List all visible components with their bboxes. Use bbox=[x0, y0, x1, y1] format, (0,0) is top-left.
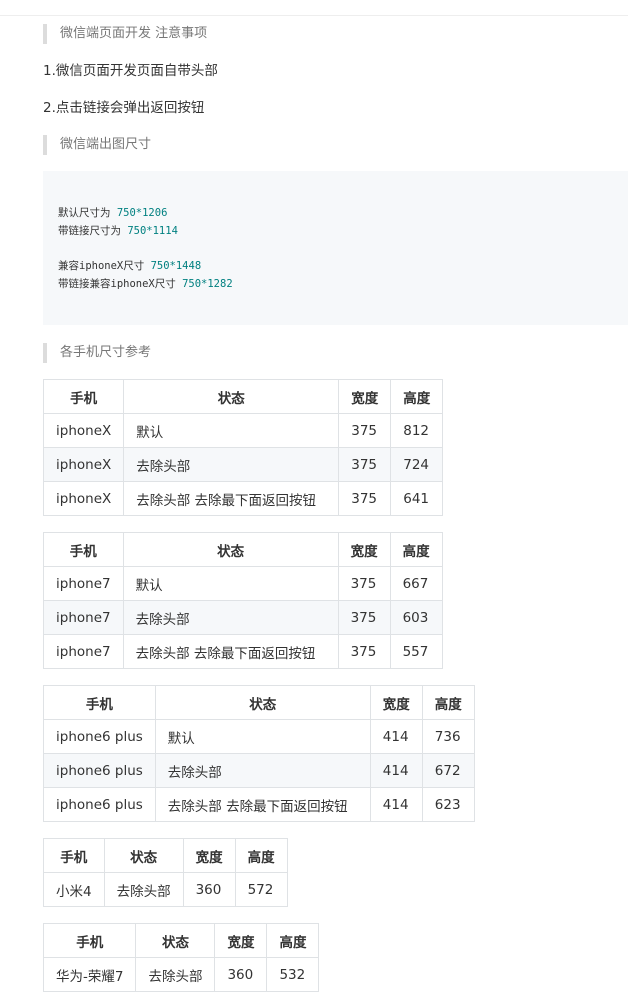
note-2: 2.点击链接会弹出返回按钮 bbox=[43, 100, 205, 116]
cell-height: 623 bbox=[421, 787, 475, 822]
table-row: iphone7 默认 375 667 bbox=[43, 566, 443, 601]
cell-width: 375 bbox=[338, 413, 392, 448]
cell-phone: iphone7 bbox=[43, 634, 124, 669]
blockquote-phones-title: 各手机尺寸参考 bbox=[43, 343, 151, 363]
cell-phone: iphoneX bbox=[42, 481, 125, 516]
cell-phone: iphone7 bbox=[43, 600, 124, 635]
cell-status: 默认 bbox=[122, 566, 339, 601]
table-row: iphoneX 去除头部 去除最下面返回按钮 375 641 bbox=[42, 481, 444, 516]
cell-status: 去除头部 bbox=[122, 600, 339, 635]
table-xiaomi4: 手机 状态 宽度 高度 小米4 去除头部 360 572 bbox=[43, 838, 288, 907]
header-width: 宽度 bbox=[214, 923, 268, 958]
table-row: iphone7 去除头部 375 603 bbox=[43, 600, 443, 635]
cell-status: 去除头部 bbox=[154, 753, 371, 788]
header-height: 高度 bbox=[390, 379, 444, 414]
header-phone: 手机 bbox=[42, 379, 125, 414]
cell-height: 557 bbox=[389, 634, 443, 669]
header-width: 宽度 bbox=[338, 379, 392, 414]
code-line: 带链接尺寸为 750*1114 bbox=[58, 224, 178, 238]
cell-height: 572 bbox=[234, 872, 288, 907]
table-row: 华为-荣耀7 去除头部 360 532 bbox=[42, 957, 320, 992]
cell-status: 默认 bbox=[154, 719, 371, 754]
cell-height: 812 bbox=[390, 413, 444, 448]
table-iphone7: 手机 状态 宽度 高度 iphone7 默认 375 667 iphone7 去除头部 3… bbox=[43, 532, 443, 669]
table-row: iphone7 去除头部 去除最下面返回按钮 375 557 bbox=[43, 634, 443, 669]
header-phone: 手机 bbox=[43, 838, 105, 873]
cell-width: 414 bbox=[369, 787, 423, 822]
code-label: 带链接兼容iphoneX尺寸 bbox=[58, 278, 183, 290]
cell-phone: 华为-荣耀7 bbox=[42, 957, 137, 992]
header-width: 宽度 bbox=[337, 532, 391, 567]
cell-phone: iphone6 plus bbox=[43, 719, 156, 754]
code-value: 750*1206 bbox=[116, 207, 168, 219]
code-label: 兼容iphoneX尺寸 bbox=[58, 260, 151, 272]
cell-status: 去除头部 bbox=[103, 872, 184, 907]
header-status: 状态 bbox=[122, 532, 339, 567]
cell-width: 375 bbox=[338, 481, 392, 516]
code-line: 带链接兼容iphoneX尺寸 750*1282 bbox=[58, 277, 233, 291]
header-phone: 手机 bbox=[43, 685, 156, 720]
cell-height: 724 bbox=[390, 447, 444, 482]
top-divider bbox=[0, 15, 628, 16]
cell-status: 去除头部 去除最下面返回按钮 bbox=[123, 481, 340, 516]
cell-status: 去除头部 去除最下面返回按钮 bbox=[154, 787, 371, 822]
cell-status: 去除头部 去除最下面返回按钮 bbox=[122, 634, 339, 669]
header-height: 高度 bbox=[421, 685, 475, 720]
cell-height: 667 bbox=[389, 566, 443, 601]
header-status: 状态 bbox=[135, 923, 216, 958]
header-status: 状态 bbox=[154, 685, 371, 720]
header-height: 高度 bbox=[234, 838, 288, 873]
cell-phone: iphone6 plus bbox=[43, 753, 156, 788]
cell-phone: iphoneX bbox=[42, 413, 125, 448]
header-status: 状态 bbox=[103, 838, 184, 873]
cell-status: 去除头部 bbox=[135, 957, 216, 992]
table-row: 小米4 去除头部 360 572 bbox=[43, 872, 288, 907]
code-label: 默认尺寸为 bbox=[58, 207, 117, 219]
cell-height: 603 bbox=[389, 600, 443, 635]
code-label: 带链接尺寸为 bbox=[58, 225, 128, 237]
table-row: iphoneX 去除头部 375 724 bbox=[42, 447, 444, 482]
header-width: 宽度 bbox=[182, 838, 236, 873]
note-1: 1.微信页面开发页面自带头部 bbox=[43, 63, 218, 79]
header-width: 宽度 bbox=[369, 685, 423, 720]
header-phone: 手机 bbox=[43, 532, 124, 567]
header-height: 高度 bbox=[266, 923, 320, 958]
cell-width: 414 bbox=[369, 719, 423, 754]
cell-width: 360 bbox=[214, 957, 268, 992]
cell-status: 默认 bbox=[123, 413, 340, 448]
cell-height: 672 bbox=[421, 753, 475, 788]
cell-height: 641 bbox=[390, 481, 444, 516]
cell-phone: iphoneX bbox=[42, 447, 125, 482]
cell-width: 375 bbox=[337, 600, 391, 635]
cell-status: 去除头部 bbox=[123, 447, 340, 482]
table-row: iphoneX 默认 375 812 bbox=[42, 413, 444, 448]
table-row: iphone6 plus 去除头部 去除最下面返回按钮 414 623 bbox=[43, 787, 475, 822]
cell-width: 375 bbox=[337, 566, 391, 601]
code-line: 兼容iphoneX尺寸 750*1448 bbox=[58, 259, 201, 273]
table-row: iphone6 plus 去除头部 414 672 bbox=[43, 753, 475, 788]
cell-phone: iphone6 plus bbox=[43, 787, 156, 822]
table-iphone6-plus: 手机 状态 宽度 高度 iphone6 plus 默认 414 736 iphone6… bbox=[43, 685, 475, 822]
code-value: 750*1448 bbox=[150, 260, 202, 272]
code-value: 750*1114 bbox=[127, 225, 178, 237]
blockquote-size-title: 微信端出图尺寸 bbox=[43, 135, 151, 155]
code-value: 750*1282 bbox=[182, 278, 233, 290]
header-status: 状态 bbox=[123, 379, 340, 414]
header-phone: 手机 bbox=[42, 923, 137, 958]
table-row: iphone6 plus 默认 414 736 bbox=[43, 719, 475, 754]
blockquote-notes-title: 微信端页面开发 注意事项 bbox=[43, 24, 207, 44]
cell-phone: iphone7 bbox=[43, 566, 124, 601]
cell-phone: 小米4 bbox=[43, 872, 105, 907]
cell-width: 375 bbox=[338, 447, 392, 482]
cell-width: 375 bbox=[337, 634, 391, 669]
code-block: 默认尺寸为 750*1206 带链接尺寸为 750*1114 兼容iphoneX… bbox=[43, 171, 628, 325]
table-iphonex: 手机 状态 宽度 高度 iphoneX 默认 375 812 iphoneX 去除头部 3… bbox=[42, 379, 444, 516]
cell-width: 414 bbox=[369, 753, 423, 788]
cell-width: 360 bbox=[182, 872, 236, 907]
table-huawei-honor7: 手机 状态 宽度 高度 华为-荣耀7 去除头部 360 532 bbox=[42, 923, 320, 992]
code-line: 默认尺寸为 750*1206 bbox=[58, 206, 167, 220]
cell-height: 736 bbox=[421, 719, 475, 754]
header-height: 高度 bbox=[389, 532, 443, 567]
cell-height: 532 bbox=[266, 957, 320, 992]
